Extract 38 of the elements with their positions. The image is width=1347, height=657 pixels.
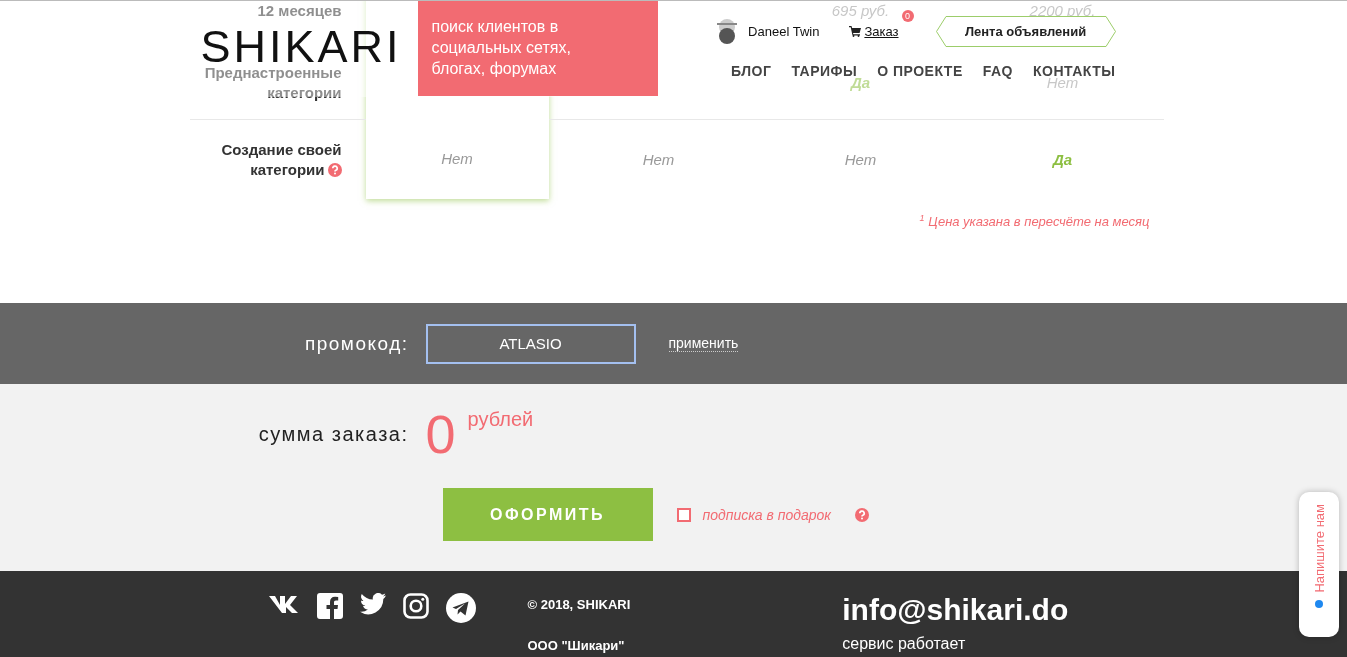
cart-icon	[849, 26, 862, 37]
twitter-icon[interactable]	[359, 593, 386, 615]
row-label: Преднастроенные категории	[203, 62, 342, 103]
table-cell: Нет	[642, 151, 675, 168]
nav-link[interactable]: О ПРОЕКТЕ	[877, 63, 963, 79]
gift-checkbox[interactable]	[676, 507, 691, 522]
hours-text: сервис работает	[842, 635, 967, 653]
currency-label: рублей	[467, 408, 534, 431]
row-label: Создание своей категории	[220, 139, 342, 180]
nav-link[interactable]: FAQ	[982, 63, 1013, 79]
telegram-icon[interactable]	[445, 593, 476, 623]
apply-link[interactable]: применить	[668, 335, 739, 352]
order-amount: 0	[425, 406, 456, 462]
email-link[interactable]: info@shikari.do	[842, 593, 1069, 627]
help-icon[interactable]	[854, 507, 869, 522]
nav-link[interactable]: БЛОГ	[731, 63, 772, 79]
nav-link[interactable]: ТАРИФЫ	[791, 63, 858, 79]
cart-link[interactable]: Заказ	[849, 24, 899, 39]
row-label: 12 месяцев	[257, 1, 342, 21]
instagram-icon[interactable]	[402, 593, 429, 619]
table-cell: Да	[1052, 151, 1073, 168]
cart-badge: 0	[901, 10, 914, 22]
user-name[interactable]: Daneel Twin	[748, 24, 820, 39]
promo-label: промокод:	[303, 332, 410, 355]
nav-link[interactable]: КОНТАКТЫ	[1033, 63, 1116, 79]
promo-input[interactable]: ATLASIO	[425, 323, 636, 364]
vk-icon[interactable]	[267, 593, 300, 613]
table-cell: 695 руб.	[831, 2, 890, 19]
help-icon[interactable]	[327, 162, 342, 177]
footnote: $^{1}$ Цена указана в пересчёте на месяц	[918, 213, 1151, 230]
feed-button[interactable]: Лента объявлений	[935, 16, 1116, 47]
order-total-label: сумма заказа:	[257, 422, 410, 446]
table-cell: Нет	[441, 150, 473, 167]
facebook-icon[interactable]	[316, 593, 343, 619]
table-cell: Нет	[844, 151, 877, 168]
company-name: ООО "Шикари"	[527, 638, 626, 653]
copyright-text: © 2018, SHIKARI	[527, 597, 631, 612]
tagline: поиск клиентов в социальных сетях, блогах, форумах	[431, 18, 571, 77]
